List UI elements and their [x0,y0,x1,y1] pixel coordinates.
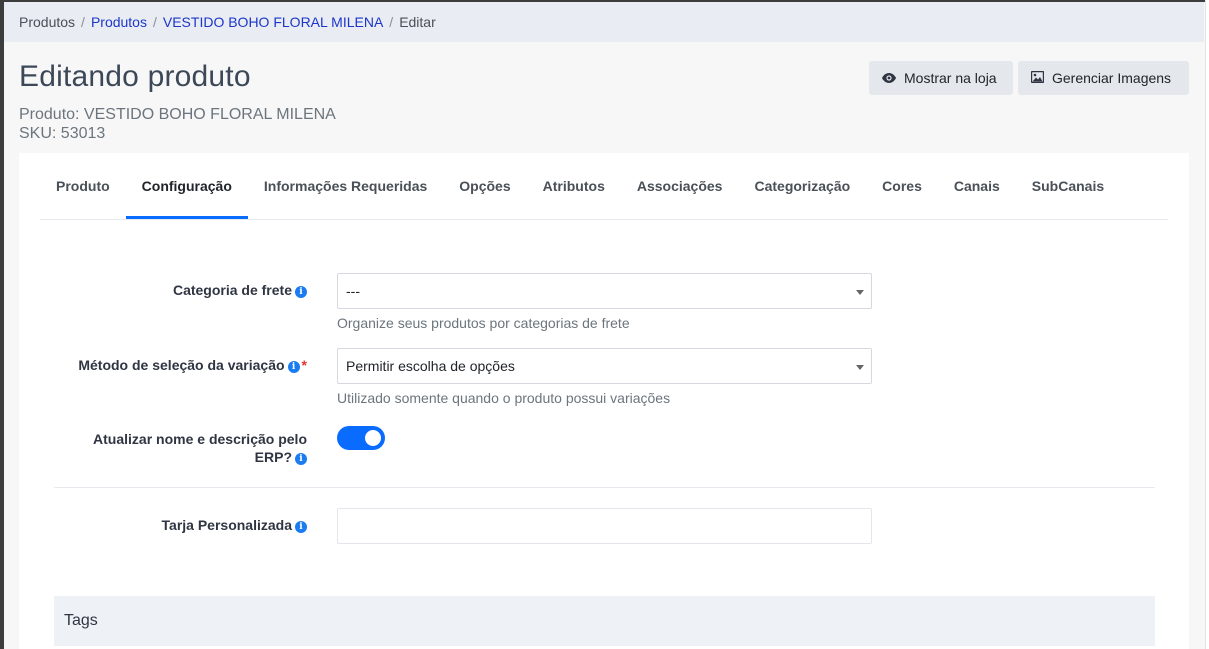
product-edit-card: Produto Configuração Informações Requeri… [19,153,1189,649]
erp-update-toggle[interactable] [337,426,385,450]
variation-method-value: Permitir escolha de opções [346,358,515,374]
show-in-store-button[interactable]: Mostrar na loja [869,61,1013,95]
variation-method-label-text: Método de seleção da variação [78,357,285,373]
breadcrumb-separator: / [152,14,157,30]
erp-update-label-line1: Atualizar nome e descrição pelo [93,431,307,447]
info-icon[interactable]: i [287,361,300,373]
freight-category-label: Categoria de frete i [173,281,307,299]
tags-section-header: Tags [54,596,1155,646]
product-name: Produto: VESTIDO BOHO FLORAL MILENA [19,106,336,123]
freight-category-value: --- [346,283,360,299]
tab-configuracao[interactable]: Configuração [125,153,248,219]
variation-method-select[interactable]: Permitir escolha de opções [337,348,872,384]
info-icon[interactable]: i [295,521,307,533]
custom-stripe-label-text: Tarja Personalizada [161,517,292,533]
tab-categorizacao[interactable]: Categorização [738,153,866,219]
erp-update-label: Atualizar nome e descrição pelo ERP? i [93,430,307,466]
chevron-down-icon [856,365,864,370]
info-icon[interactable]: i [295,286,307,298]
tab-bar: Produto Configuração Informações Requeri… [40,153,1168,220]
breadcrumb: Produtos / Produtos / VESTIDO BOHO FLORA… [4,2,1204,42]
breadcrumb-item-produtos[interactable]: Produtos [91,14,147,30]
section-divider [54,487,1155,488]
info-icon[interactable]: i [295,453,307,465]
tab-informacoes-requeridas[interactable]: Informações Requeridas [248,153,443,219]
scrollbar-track[interactable] [1205,0,1209,649]
freight-category-label-text: Categoria de frete [172,282,292,298]
manage-images-label: Gerenciar Imagens [1052,70,1172,86]
window-left-border [0,0,4,649]
tags-title: Tags [64,612,98,629]
breadcrumb-separator: / [389,14,394,30]
erp-update-label-line2-wrap: ERP? i [93,448,307,466]
breadcrumb-item-produtos-root[interactable]: Produtos [19,14,75,30]
chevron-down-icon [856,290,864,295]
freight-category-select[interactable]: --- [337,273,872,309]
tab-atributos[interactable]: Atributos [527,153,621,219]
tab-subcanais[interactable]: SubCanais [1016,153,1120,219]
tab-canais[interactable]: Canais [938,153,1016,219]
variation-method-label: Método de seleção da variação i * [78,356,307,374]
tab-cores[interactable]: Cores [866,153,938,219]
toggle-knob [365,430,381,446]
custom-stripe-label: Tarja Personalizada i [162,516,307,534]
erp-update-label-line2: ERP? [254,449,292,465]
tab-produto[interactable]: Produto [40,153,126,219]
tab-opcoes[interactable]: Opções [443,153,526,219]
freight-category-help: Organize seus produtos por categorias de… [337,315,630,331]
tab-associacoes[interactable]: Associações [621,153,739,219]
product-sku: SKU: 53013 [19,125,106,142]
required-marker: * [301,357,307,373]
manage-images-button[interactable]: Gerenciar Imagens [1018,61,1189,95]
breadcrumb-item-product[interactable]: VESTIDO BOHO FLORAL MILENA [163,14,383,30]
page-title: Editando produto [19,60,251,93]
image-icon [1030,70,1052,86]
custom-stripe-input[interactable] [337,508,872,544]
show-in-store-label: Mostrar na loja [904,70,997,86]
variation-method-help: Utilizado somente quando o produto possu… [337,390,671,406]
breadcrumb-item-current: Editar [399,14,436,30]
eye-icon [882,70,904,86]
breadcrumb-separator: / [81,14,85,30]
